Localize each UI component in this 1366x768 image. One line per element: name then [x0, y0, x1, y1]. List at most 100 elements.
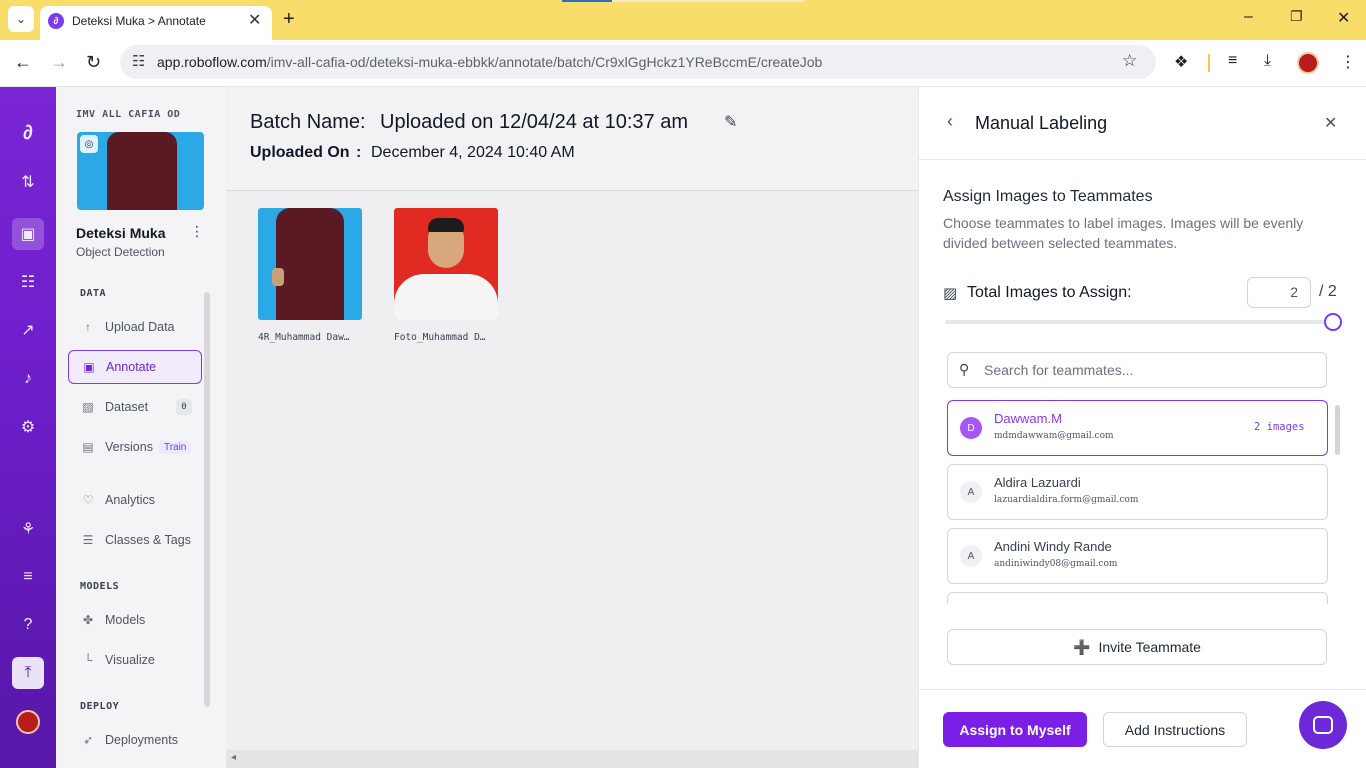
teammate-search-input[interactable]: [984, 353, 1314, 387]
sidebar-item-classes-tags[interactable]: ☰ Classes & Tags: [68, 523, 202, 557]
new-tab-button[interactable]: +: [283, 8, 295, 31]
sidebar-item-label: Annotate: [106, 360, 157, 374]
assign-section-description: Choose teammates to label images. Images…: [943, 215, 1304, 251]
user-avatar[interactable]: [16, 710, 40, 734]
sidebar-item-dataset[interactable]: ▨ Dataset 0: [68, 390, 202, 424]
forward-arrow-icon[interactable]: →: [50, 52, 68, 73]
explore-icon[interactable]: ⚘: [12, 513, 44, 545]
browser-menu-icon[interactable]: ⋮: [1340, 52, 1356, 72]
address-bar[interactable]: ☷ app.roboflow.com/imv-all-cafia-od/dete…: [120, 45, 1156, 79]
sidebar-item-annotate[interactable]: ▣ Annotate: [68, 350, 202, 384]
reload-icon[interactable]: ↻: [86, 52, 101, 73]
teammate-list-scrollbar[interactable]: [1335, 405, 1340, 455]
sidebar-item-label: Visualize: [105, 653, 155, 667]
back-arrow-icon[interactable]: ←: [14, 52, 32, 73]
gear-icon[interactable]: ⚙: [12, 411, 44, 443]
teammate-card[interactable]: D Dawwam.M mdmdawwam@gmail.com 2 images: [947, 400, 1328, 456]
inbox-icon[interactable]: ▣: [12, 218, 44, 250]
bookmark-star-icon[interactable]: ☆: [1122, 51, 1137, 71]
sidebar-item-models[interactable]: ✤ Models: [68, 603, 202, 637]
uploaded-on-value: December 4, 2024 10:40 AM: [371, 144, 575, 161]
dataset-count-badge: 0: [176, 399, 192, 415]
models-icon: ✤: [82, 613, 94, 627]
horizontal-scrollbar[interactable]: ◂: [226, 750, 918, 768]
images-slider-thumb[interactable]: [1324, 313, 1342, 331]
thumbnail-detail: [272, 268, 284, 286]
upload-arrow-icon: ↑: [85, 320, 91, 334]
media-control-icon[interactable]: ≡: [1228, 52, 1237, 70]
teammate-card[interactable]: A Aldira Lazuardi lazuardialdira.form@gm…: [947, 464, 1328, 520]
browser-tab-bar: ⌄ ∂ Deteksi Muka > Annotate ✕ + – ❐ ✕: [0, 0, 1366, 40]
sidebar-item-versions[interactable]: ▤ Versions Train: [68, 430, 202, 464]
add-user-icon: ➕: [1073, 638, 1091, 655]
section-data: DATA: [80, 288, 107, 299]
chat-support-button[interactable]: [1299, 701, 1347, 749]
library-icon[interactable]: ≡: [12, 561, 44, 593]
window-close-icon[interactable]: ✕: [1337, 8, 1350, 28]
teammate-search[interactable]: ⚲: [947, 352, 1327, 388]
roboflow-logo-icon[interactable]: ∂: [12, 117, 44, 149]
chat-icon: [1313, 716, 1333, 734]
site-settings-icon[interactable]: ☷: [132, 52, 145, 70]
url-path: /imv-all-cafia-od/deteksi-muka-ebbkk/ann…: [266, 54, 823, 70]
globe-icon: ◎: [80, 135, 98, 153]
teammate-email: mdmdawwam@gmail.com: [994, 431, 1114, 441]
image-caption: 4R_Muhammad Daw…: [258, 332, 350, 343]
invite-teammate-label: Invite Teammate: [1098, 639, 1201, 655]
teammate-card[interactable]: [947, 592, 1328, 604]
help-icon[interactable]: ?: [12, 609, 44, 641]
bell-icon[interactable]: ♪: [12, 363, 44, 395]
teammate-email: lazuardialdira.form@gmail.com: [994, 495, 1139, 505]
sidebar-item-label: Models: [105, 613, 146, 627]
drawer-title: Manual Labeling: [975, 113, 1108, 133]
batch-image-thumbnail[interactable]: [258, 208, 362, 320]
close-icon[interactable]: ✕: [248, 10, 261, 30]
image-caption: Foto_Muhammad D…: [394, 332, 486, 343]
sidebar-item-visualize[interactable]: └ Visualize: [68, 643, 202, 677]
avatar: A: [960, 481, 982, 503]
uploaded-on-separator: :: [356, 144, 362, 161]
upload-icon[interactable]: ⤒: [12, 657, 44, 689]
drawer-footer: Assign to Myself Add Instructions: [919, 689, 1366, 768]
url-text[interactable]: app.roboflow.com/imv-all-cafia-od/deteks…: [157, 54, 822, 70]
thumbnail-detail: [428, 218, 464, 232]
monitoring-icon[interactable]: ↗: [12, 314, 44, 346]
restore-icon[interactable]: ❐: [1290, 8, 1303, 25]
list-icon: ☰: [82, 533, 94, 547]
close-icon[interactable]: ✕: [1324, 113, 1337, 133]
browser-toolbar: ← → ↻ ☷ app.roboflow.com/imv-all-cafia-o…: [0, 40, 1366, 87]
sort-arrows-icon[interactable]: ⇅: [12, 166, 44, 198]
sidebar-item-upload-data[interactable]: ↑ Upload Data: [68, 310, 202, 344]
download-icon[interactable]: ⤓: [1264, 52, 1271, 70]
tab-strip-indicator: [612, 0, 804, 2]
workflow-icon[interactable]: ☷: [12, 266, 44, 298]
invite-teammate-button[interactable]: ➕ Invite Teammate: [947, 629, 1327, 665]
sidebar-scrollbar[interactable]: [204, 292, 210, 707]
total-images-input[interactable]: 2: [1247, 277, 1311, 308]
profile-avatar[interactable]: [1297, 52, 1319, 74]
extensions-icon[interactable]: ❖: [1174, 52, 1188, 72]
more-options-icon[interactable]: ⋮: [190, 223, 204, 240]
minimize-icon[interactable]: –: [1244, 8, 1253, 26]
teammate-card[interactable]: A Andini Windy Rande andiniwindy08@gmail…: [947, 528, 1328, 584]
toolbar-divider: [1208, 54, 1210, 72]
sidebar-item-deployments[interactable]: ➶ Deployments: [68, 723, 202, 757]
edit-pencil-icon[interactable]: ✎: [724, 112, 737, 132]
browser-tab[interactable]: ∂ Deteksi Muka > Annotate ✕: [40, 6, 272, 40]
teammate-image-count: 2 images: [1254, 421, 1305, 433]
teammate-name: Dawwam.M: [994, 411, 1062, 426]
section-deploy: DEPLOY: [80, 701, 120, 712]
scroll-left-icon[interactable]: ◂: [231, 752, 236, 763]
project-thumbnail[interactable]: ◎: [77, 132, 204, 210]
assign-to-myself-button[interactable]: Assign to Myself: [943, 712, 1087, 747]
tab-search-button[interactable]: ⌄: [8, 6, 34, 32]
add-instructions-button[interactable]: Add Instructions: [1103, 712, 1247, 747]
sidebar-item-label: Versions: [105, 440, 153, 454]
back-chevron-icon[interactable]: ‹: [947, 111, 953, 132]
batch-image-thumbnail[interactable]: [394, 208, 498, 320]
manual-labeling-drawer: ‹ Manual Labeling ✕ Assign Images to Tea…: [918, 87, 1366, 768]
project-name: Deteksi Muka: [76, 225, 166, 241]
sidebar-item-label: Deployments: [105, 733, 178, 747]
drawer-header: ‹ Manual Labeling ✕: [919, 87, 1366, 160]
sidebar-item-analytics[interactable]: ♡ Analytics: [68, 483, 202, 517]
